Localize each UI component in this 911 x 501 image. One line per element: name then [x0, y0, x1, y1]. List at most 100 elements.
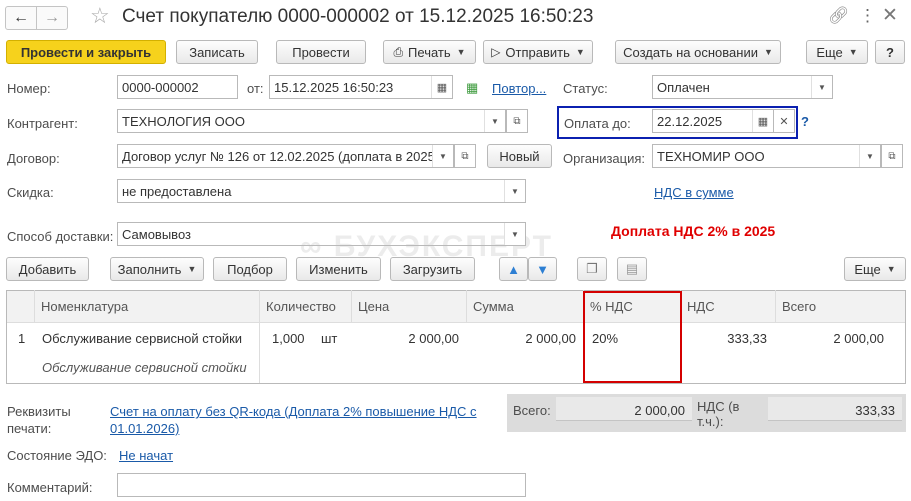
printer-icon: ⎙	[393, 44, 404, 59]
copy-rows-button[interactable]: ❐	[577, 257, 607, 281]
column-header-qty[interactable]: Количество	[260, 290, 352, 322]
delivery-label: Способ доставки:	[7, 229, 114, 244]
row-sum[interactable]: 2 000,00	[467, 331, 576, 346]
print-details-label: Реквизиты печати:	[7, 404, 71, 436]
fill-button[interactable]: Заполнить ▼	[110, 257, 204, 281]
vat-total-value: 333,33	[855, 403, 895, 418]
row-item[interactable]: Обслуживание сервисной стойки	[42, 331, 242, 346]
column-header-item[interactable]: Номенклатура	[35, 290, 260, 322]
calendar-icon[interactable]: ▦	[431, 76, 452, 98]
row-item-description: Обслуживание сервисной стойки	[42, 360, 247, 375]
paste-icon: ▤	[625, 261, 639, 276]
change-button[interactable]: Изменить	[296, 257, 381, 281]
delivery-select[interactable]: Самовывоз ▼	[117, 222, 526, 246]
link-icon[interactable]: 🔗︎	[828, 6, 850, 26]
chevron-down-icon[interactable]: ▼	[859, 145, 880, 167]
arrow-up-icon: ▲	[507, 261, 520, 277]
arrow-down-icon: ▼	[536, 261, 549, 277]
close-icon[interactable]: ✕	[882, 4, 898, 27]
row-total[interactable]: 2 000,00	[776, 331, 884, 346]
send-icon: ▷	[491, 45, 501, 59]
open-counterparty-button[interactable]: ⧉	[506, 109, 528, 133]
back-button[interactable]: ←	[5, 6, 37, 30]
comment-field[interactable]	[117, 473, 526, 497]
post-and-close-button[interactable]: Провести и закрыть	[6, 40, 166, 64]
vat-in-sum-link[interactable]: НДС в сумме	[654, 185, 734, 200]
move-down-button[interactable]: ▼	[528, 257, 557, 281]
more-button[interactable]: Еще ▼	[806, 40, 868, 64]
print-details-link[interactable]: Счет на оплату без QR-кода (Доплата 2% п…	[110, 403, 490, 437]
chevron-down-icon: ▼	[886, 264, 896, 274]
annotation-text: Доплата НДС 2% в 2025	[611, 223, 776, 239]
calendar-icon[interactable]: ▦	[752, 110, 773, 132]
number-label: Номер:	[7, 81, 51, 96]
contract-field[interactable]: Договор услуг № 126 от 12.02.2025 (допла…	[117, 144, 454, 168]
organization-field[interactable]: ТЕХНОМИР ООО ▼	[652, 144, 881, 168]
chevron-down-icon[interactable]: ▼	[432, 145, 453, 167]
row-divider-item	[259, 322, 260, 383]
number-field[interactable]: 0000-000002	[117, 75, 238, 99]
status-select[interactable]: Оплачен ▼	[652, 75, 833, 99]
save-button[interactable]: Записать	[176, 40, 258, 64]
counterparty-label: Контрагент:	[7, 116, 78, 131]
total-value: 2 000,00	[634, 403, 685, 418]
vat-rate-highlight	[583, 291, 682, 383]
row-price[interactable]: 2 000,00	[352, 331, 459, 346]
chevron-down-icon[interactable]: ▼	[484, 110, 505, 132]
column-header-vat[interactable]: НДС	[681, 290, 776, 322]
paste-rows-button[interactable]: ▤	[617, 257, 647, 281]
send-button[interactable]: ▷ Отправить ▼	[483, 40, 593, 64]
arrow-right-icon: →	[44, 9, 60, 26]
row-unit: шт	[321, 331, 338, 346]
discount-select[interactable]: не предоставлена ▼	[117, 179, 526, 203]
post-button[interactable]: Провести	[276, 40, 366, 64]
more-menu-icon[interactable]: ⋮	[859, 6, 876, 26]
repeat-link[interactable]: Повтор...	[492, 81, 546, 96]
total-label: Всего:	[513, 403, 551, 418]
open-organization-button[interactable]: ⧉	[881, 144, 903, 168]
vat-total-label: НДС (в т.ч.):	[697, 399, 740, 429]
column-header-price[interactable]: Цена	[352, 290, 467, 322]
column-header-total[interactable]: Всего	[776, 290, 905, 322]
chevron-down-icon: ▼	[763, 47, 773, 57]
organization-label: Организация:	[563, 151, 646, 166]
print-button[interactable]: ⎙ Печать ▼	[383, 40, 476, 64]
date-field[interactable]: 15.12.2025 16:50:23 ▦	[269, 75, 453, 99]
clear-date-button[interactable]: ✕	[773, 109, 795, 133]
chevron-down-icon: ▼	[456, 47, 466, 57]
create-based-on-button[interactable]: Создать на основании ▼	[615, 40, 781, 64]
new-contract-button[interactable]: Новый	[487, 144, 552, 168]
pay-until-help[interactable]: ?	[801, 114, 809, 129]
chevron-down-icon[interactable]: ▼	[504, 180, 525, 202]
row-vat[interactable]: 333,33	[681, 331, 767, 346]
discount-label: Скидка:	[7, 185, 54, 200]
contract-label: Договор:	[7, 151, 60, 166]
pay-until-field[interactable]: 22.12.2025 ▦	[652, 109, 774, 133]
load-button[interactable]: Загрузить	[390, 257, 475, 281]
edo-status-label: Состояние ЭДО:	[7, 448, 107, 463]
help-button[interactable]: ?	[875, 40, 905, 64]
add-row-button[interactable]: Добавить	[6, 257, 89, 281]
copy-icon: ❐	[586, 261, 598, 276]
open-contract-button[interactable]: ⧉	[454, 144, 476, 168]
table-more-button[interactable]: Еще ▼	[844, 257, 906, 281]
date-label: от:	[247, 81, 264, 96]
forward-button[interactable]: →	[36, 6, 68, 30]
chevron-down-icon: ▼	[187, 264, 197, 274]
chevron-down-icon: ▼	[848, 47, 858, 57]
chevron-down-icon[interactable]: ▼	[811, 76, 832, 98]
window-title: Счет покупателю 0000-000002 от 15.12.202…	[122, 6, 594, 27]
column-header-n[interactable]: N	[7, 290, 35, 322]
favorite-star-icon[interactable]: ☆	[90, 3, 110, 29]
edo-status-link[interactable]: Не начат	[119, 448, 173, 463]
pay-until-label: Оплата до:	[564, 116, 631, 131]
comment-label: Комментарий:	[7, 480, 93, 495]
column-header-sum[interactable]: Сумма	[467, 290, 584, 322]
chevron-down-icon: ▼	[575, 47, 585, 57]
chevron-down-icon[interactable]: ▼	[504, 223, 525, 245]
move-up-button[interactable]: ▲	[499, 257, 528, 281]
counterparty-field[interactable]: ТЕХНОЛОГИЯ ООО ▼	[117, 109, 506, 133]
row-quantity[interactable]: 1,000	[272, 331, 305, 346]
arrow-left-icon: ←	[13, 9, 29, 26]
select-button[interactable]: Подбор	[213, 257, 287, 281]
